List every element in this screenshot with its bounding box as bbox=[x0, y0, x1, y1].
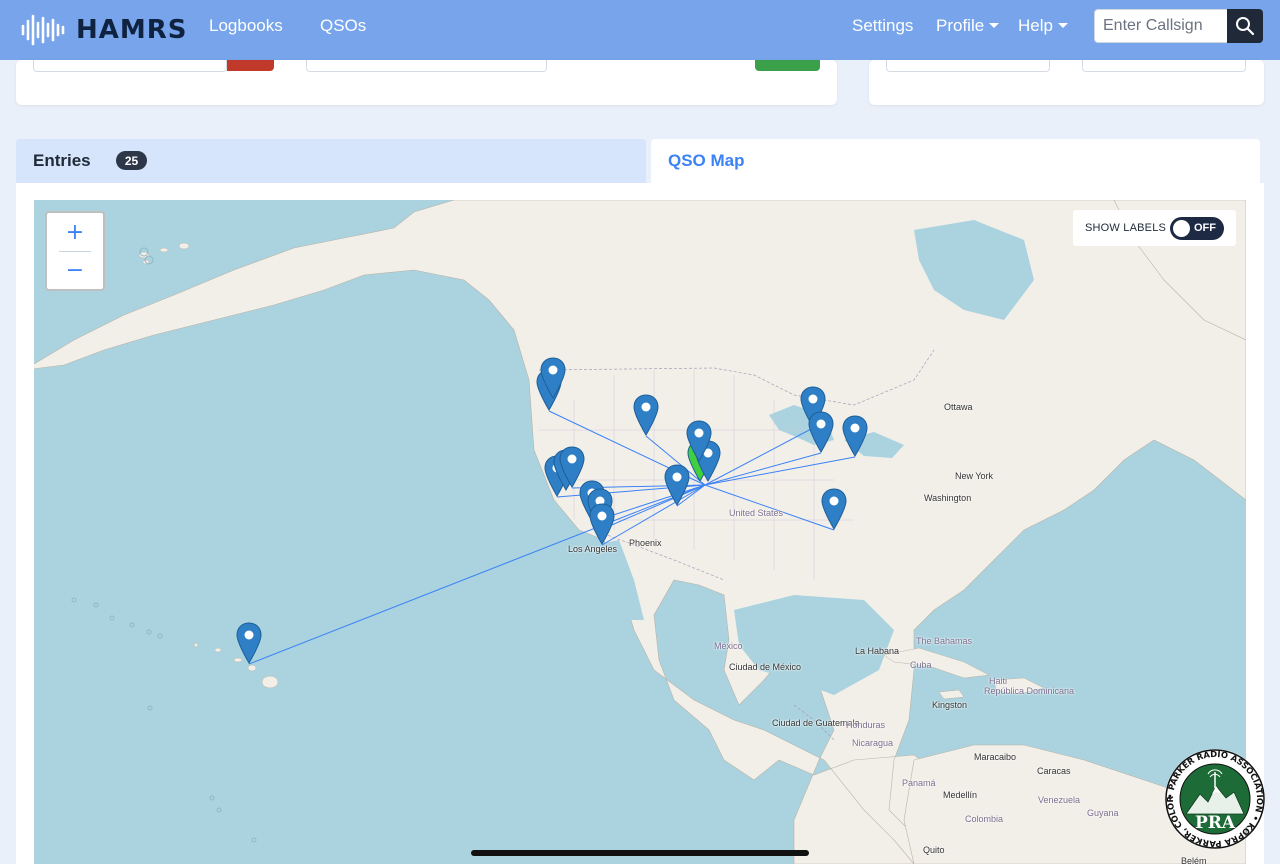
map-label-ciudad-de-mexico: Ciudad de México bbox=[729, 662, 802, 672]
map-label-phoenix: Phoenix bbox=[629, 538, 662, 548]
station-card bbox=[869, 60, 1264, 105]
brand-name: HAMRS bbox=[76, 15, 188, 45]
clear-button[interactable] bbox=[227, 60, 274, 71]
nav-settings[interactable]: Settings bbox=[852, 16, 913, 36]
nav-profile[interactable]: Profile bbox=[936, 16, 1000, 36]
map-label-colombia: Colombia bbox=[965, 814, 1004, 824]
qso-entry-card bbox=[16, 60, 837, 105]
tab-entries-label: Entries bbox=[33, 151, 91, 170]
toggle-knob bbox=[1173, 220, 1190, 237]
name-field[interactable] bbox=[306, 60, 547, 72]
island-jamaica bbox=[938, 689, 965, 700]
map-label-new-york: New York bbox=[955, 471, 994, 481]
map-label-washington: Washington bbox=[924, 493, 972, 503]
map-label-belem: Belém bbox=[1181, 856, 1207, 864]
map-label-kingston: Kingston bbox=[932, 700, 968, 710]
map-label-united-states: United States bbox=[729, 508, 784, 518]
qso-marker[interactable] bbox=[236, 622, 262, 664]
show-labels-label: SHOW LABELS bbox=[1085, 222, 1167, 234]
map-label-nicaragua: Nicaragua bbox=[852, 738, 894, 748]
navbar: HAMRS Logbooks QSOs Settings Profile Hel… bbox=[0, 0, 1280, 60]
toggle-state: OFF bbox=[1194, 222, 1216, 234]
map-label-caracas: Caracas bbox=[1037, 766, 1071, 776]
nav-help[interactable]: Help bbox=[1018, 16, 1068, 36]
tab-qso-map[interactable]: QSO Map bbox=[651, 139, 1260, 183]
tab-entries[interactable]: Entries 25 bbox=[16, 139, 646, 183]
nav-logbooks[interactable]: Logbooks bbox=[209, 16, 283, 36]
map-label-cuba: Cuba bbox=[910, 660, 932, 670]
map-label-honduras: Honduras bbox=[846, 720, 886, 730]
map-label-mexico: México bbox=[714, 641, 743, 651]
chevron-down-icon bbox=[1057, 23, 1068, 28]
zoom-control: + − bbox=[45, 211, 105, 291]
map-label-venezuela: Venezuela bbox=[1038, 795, 1081, 805]
zoom-out-button[interactable]: − bbox=[47, 251, 103, 289]
qso-map[interactable]: Ottawa New York Washington United States… bbox=[34, 200, 1246, 864]
chevron-down-icon bbox=[989, 23, 1000, 28]
map-label-republica-dominicana: República Dominicana bbox=[984, 686, 1075, 696]
hawaii-islands bbox=[193, 642, 279, 689]
callsign-field[interactable] bbox=[33, 60, 227, 72]
map-label-la-habana: La Habana bbox=[855, 646, 900, 656]
brand-logo[interactable]: HAMRS bbox=[20, 10, 188, 50]
nav-settings-label: Settings bbox=[852, 16, 914, 35]
show-labels-toggle[interactable]: OFF bbox=[1170, 217, 1224, 240]
station-field-1[interactable] bbox=[886, 60, 1050, 72]
waveform-icon bbox=[21, 14, 65, 46]
nav-help-label: Help bbox=[1018, 16, 1053, 35]
map-label-bahamas: The Bahamas bbox=[916, 636, 973, 646]
logo-initials: PRA bbox=[1195, 813, 1236, 833]
callsign-search-input[interactable] bbox=[1094, 9, 1228, 43]
map-label-ottawa: Ottawa bbox=[944, 402, 973, 412]
zoom-in-button[interactable]: + bbox=[47, 213, 103, 251]
show-labels-control: SHOW LABELS OFF bbox=[1073, 210, 1236, 246]
map-label-medellin: Medellín bbox=[943, 790, 978, 800]
home-indicator bbox=[471, 850, 809, 856]
nav-qsos[interactable]: QSOs bbox=[320, 16, 366, 36]
map-label-panama: Panamá bbox=[902, 778, 936, 788]
map-label-maracaibo: Maracaibo bbox=[974, 752, 1017, 762]
map-label-quito: Quito bbox=[923, 845, 945, 855]
map-canvas bbox=[34, 200, 1246, 864]
tab-qso-map-label: QSO Map bbox=[668, 151, 745, 170]
search-icon bbox=[1236, 17, 1255, 36]
map-label-guyana: Guyana bbox=[1087, 808, 1119, 818]
search-button[interactable] bbox=[1227, 9, 1263, 43]
map-label-los-angeles: Los Angeles bbox=[568, 544, 618, 554]
nav-profile-label: Profile bbox=[936, 16, 985, 35]
station-field-2[interactable] bbox=[1082, 60, 1246, 72]
parker-radio-association-logo: • PARKER RADIO ASSOCIATION • KØPRA PARKE… bbox=[1160, 740, 1266, 850]
log-button[interactable] bbox=[755, 60, 820, 71]
map-label-haiti: Haiti bbox=[989, 676, 1008, 686]
entries-count-badge: 25 bbox=[116, 151, 147, 170]
